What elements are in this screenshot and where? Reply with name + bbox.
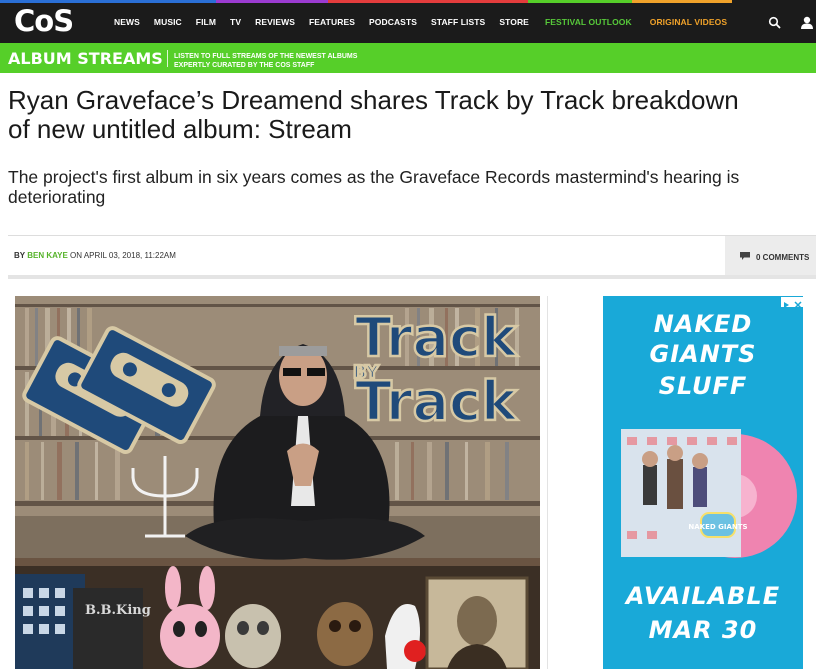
nav-reviews[interactable]: REVIEWS bbox=[255, 17, 295, 27]
hero-track-text-1: Track bbox=[355, 306, 518, 369]
nav-tv[interactable]: TV bbox=[230, 17, 241, 27]
ad-choices-icon[interactable] bbox=[781, 297, 803, 310]
ad-line-5: MAR 30 bbox=[648, 616, 758, 644]
ad-line-4: AVAILABLE bbox=[625, 582, 781, 610]
ad-album-art: NAKED GIANTS bbox=[621, 429, 797, 558]
main-nav: NEWS MUSIC FILM TV REVIEWS FEATURES PODC… bbox=[114, 0, 741, 43]
byline-prefix: BY bbox=[14, 251, 25, 260]
nav-film[interactable]: FILM bbox=[196, 17, 216, 27]
byline-divider-top bbox=[8, 235, 816, 236]
banner-title: ALBUM STREAMS bbox=[8, 49, 163, 68]
ad-badge-text: NAKED GIANTS bbox=[688, 523, 747, 531]
hero-bbking-sign: B.B.King bbox=[85, 603, 151, 618]
byline-divider-bottom bbox=[8, 275, 816, 279]
album-streams-banner[interactable]: ALBUM STREAMS LISTEN TO FULL STREAMS OF … bbox=[0, 43, 816, 73]
banner-subtitle-line2: EXPERTLY CURATED BY THE COS STAFF bbox=[174, 62, 315, 69]
ad-line-2: GIANTS bbox=[649, 340, 757, 368]
site-logo[interactable]: CoS bbox=[14, 4, 82, 38]
sidebar-ad[interactable]: NAKED GIANTS SLUFF NAKED GIANTS AVAILABL… bbox=[603, 296, 803, 669]
nav-music[interactable]: MUSIC bbox=[154, 17, 182, 27]
banner-divider bbox=[167, 50, 168, 67]
logo-text: CoS bbox=[14, 4, 74, 38]
nav-podcasts[interactable]: PODCASTS bbox=[369, 17, 417, 27]
content-sidebar-divider bbox=[547, 296, 548, 669]
banner-subtitle-line1: LISTEN TO FULL STREAMS OF THE NEWEST ALB… bbox=[174, 53, 358, 60]
nav-store[interactable]: STORE bbox=[499, 17, 529, 27]
nav-staff-lists[interactable]: STAFF LISTS bbox=[431, 17, 485, 27]
byline: BY BEN KAYE ON APRIL 03, 2018, 11:22AM bbox=[14, 251, 176, 260]
dek-line2: deteriorating bbox=[8, 187, 106, 207]
article-headline: Ryan Graveface’s Dreamend shares Track b… bbox=[8, 86, 816, 144]
banner-subtitle: LISTEN TO FULL STREAMS OF THE NEWEST ALB… bbox=[174, 52, 357, 70]
headline-line2: of new untitled album: Stream bbox=[8, 114, 352, 144]
comments-count[interactable]: 0 COMMENTS bbox=[756, 253, 809, 262]
hero-image[interactable]: Track BY Track B.B.King bbox=[15, 296, 540, 669]
dek-line1: The project's first album in six years c… bbox=[8, 167, 740, 187]
publish-date: ON APRIL 03, 2018, 11:22AM bbox=[70, 251, 176, 260]
ad-close-icon[interactable] bbox=[781, 300, 803, 310]
nav-news[interactable]: NEWS bbox=[114, 17, 140, 27]
hero-track-text-2: Track bbox=[355, 370, 518, 433]
ad-line-1: NAKED bbox=[653, 310, 753, 338]
search-icon[interactable] bbox=[768, 16, 781, 29]
article-dek: The project's first album in six years c… bbox=[8, 167, 816, 207]
nav-original-videos[interactable]: ORIGINAL VIDEOS bbox=[650, 17, 727, 27]
comment-icon bbox=[740, 252, 750, 260]
top-nav-bar: CoS NEWS MUSIC FILM TV REVIEWS FEATURES … bbox=[0, 0, 816, 43]
ad-line-3: SLUFF bbox=[658, 372, 748, 400]
author-link[interactable]: BEN KAYE bbox=[27, 251, 68, 260]
nav-festival-outlook[interactable]: FESTIVAL OUTLOOK bbox=[545, 17, 632, 27]
headline-line1: Ryan Graveface’s Dreamend shares Track b… bbox=[8, 85, 739, 115]
user-icon[interactable] bbox=[800, 16, 814, 29]
nav-features[interactable]: FEATURES bbox=[309, 17, 355, 27]
hero-illustration: Track BY Track B.B.King bbox=[15, 296, 540, 669]
